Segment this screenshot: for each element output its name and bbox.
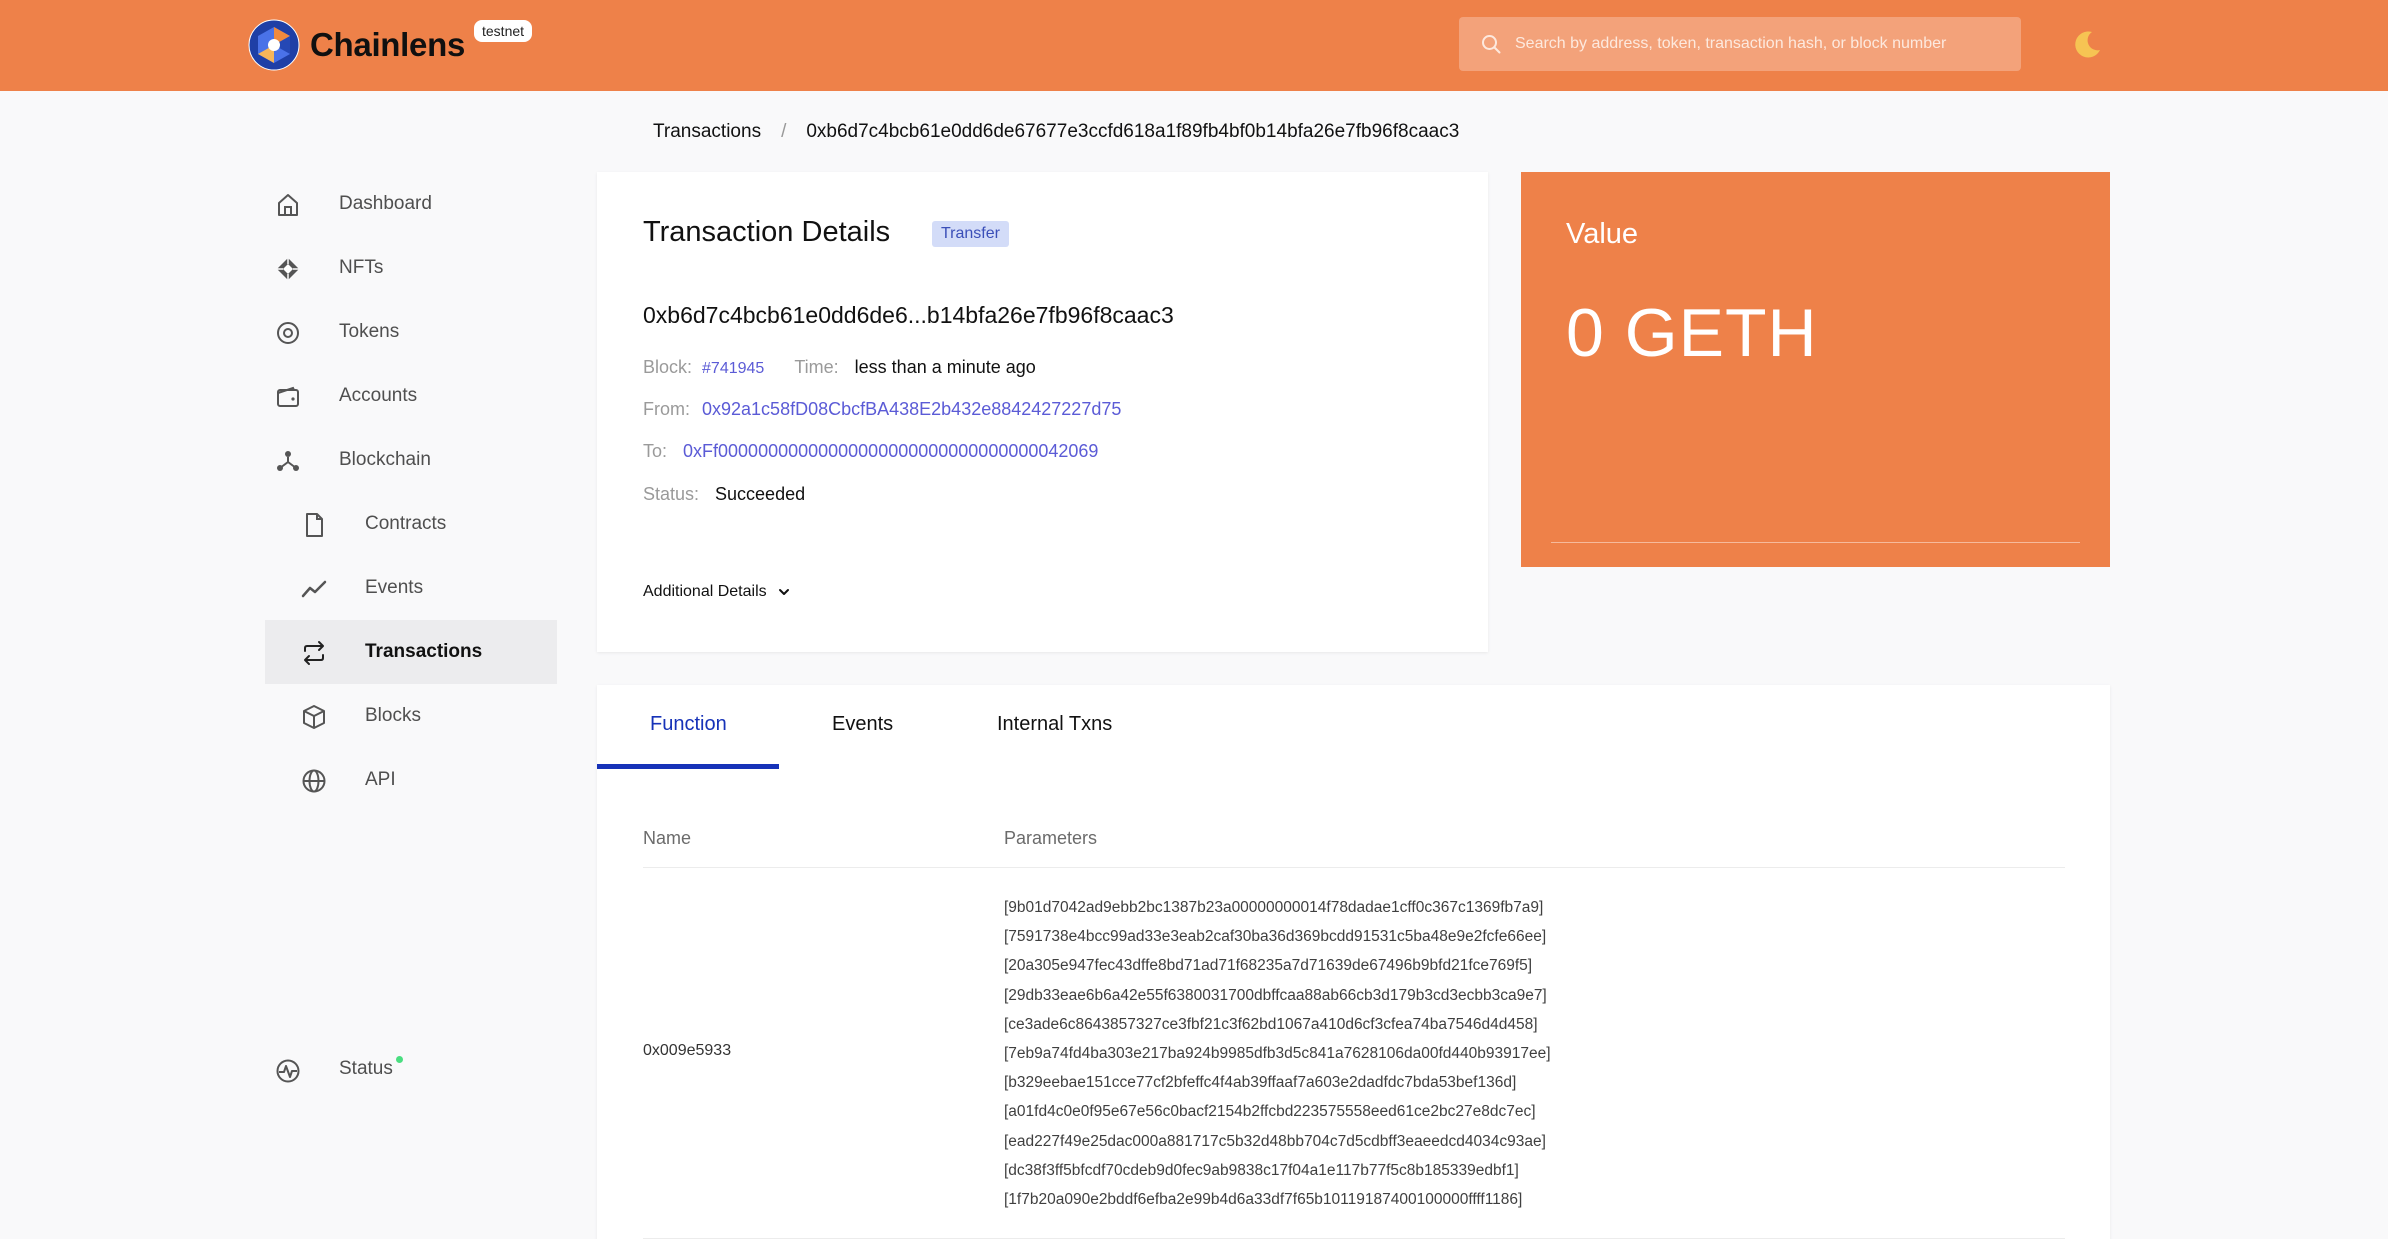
breadcrumb-current: 0xb6d7c4bcb61e0dd6de67677e3ccfd618a1f89f… [806,121,1460,142]
parameters-list: [9b01d7042ad9ebb2bc1387b23a00000000014f7… [1004,893,1551,1214]
activity-icon [276,1059,300,1083]
coin-icon [277,322,299,344]
arrows-swap-icon [304,641,324,665]
sidebar-item-label: Events [365,577,424,598]
sidebar-item-label: NFTs [339,257,384,278]
tab-events[interactable]: Events [832,713,893,736]
parameter-value: [ce3ade6c8643857327ce3fbf21c3f62bd1067a4… [1004,1015,1538,1033]
parameter-value: [9b01d7042ad9ebb2bc1387b23a00000000014f7… [1004,899,1544,916]
document-icon [306,513,323,537]
status-indicator [396,1056,403,1063]
brand-logo[interactable]: Chainlens [248,19,465,71]
sidebar-item-nfts[interactable]: NFTs [265,236,557,300]
to-label: To: [643,441,668,461]
brand-name: Chainlens [310,26,466,63]
parameter-value: [20a305e947fec43dffe8bd71ad71f68235a7d71… [1004,957,1533,975]
page-title: Transaction Details [643,216,891,248]
sidebar-item-blockchain[interactable]: Blockchain [265,428,557,492]
top-header: Chainlens testnet [0,0,2388,91]
divider [1551,542,2080,543]
parameter-value: [ead227f49e25dac000a881717c5b32d48bb704c… [1004,1132,1546,1150]
tx-hash: 0xb6d7c4bcb61e0dd6de6...b14bfa26e7fb96f8… [643,302,1174,328]
sidebar-item-label: Blockchain [339,449,431,470]
breadcrumb: Transactions / 0xb6d7c4bcb61e0dd6de67677… [653,121,1459,143]
transaction-tabs-card: Function Events Internal Txns Name Param… [597,685,2110,1239]
sidebar-nav: Dashboard NFTs Tokens Accounts Blockchai… [265,172,557,812]
sidebar-item-label: Blocks [365,705,421,726]
parameter-value: [b329eebae151cce77cf2bfeffc4f4ab39ffaaf7… [1004,1074,1517,1092]
function-name: 0x009e5933 [643,1042,732,1059]
parameter-value: [29db33eae6b6a42e55f6380031700dbffcaa88a… [1004,986,1547,1004]
cube-icon [303,705,325,729]
sidebar-item-label: Contracts [365,513,447,534]
parameter-value: [a01fd4c0e0f95e67e56c0bacf2154b2ffcbd223… [1004,1103,1536,1121]
sidebar-item-accounts[interactable]: Accounts [265,364,557,428]
from-label: From: [643,399,690,419]
sidebar-item-contracts[interactable]: Contracts [265,492,557,556]
to-row: To: 0xFf00000000000000000000000000000000… [643,441,1098,462]
status-value: Succeeded [715,484,806,504]
chainlens-logo-icon [248,19,300,71]
sidebar-item-label: Dashboard [339,193,432,214]
tx-type-badge: Transfer [932,221,1009,247]
additional-details-label: Additional Details [643,583,767,600]
search-icon [1482,35,1501,54]
time-label: Time: [794,357,839,377]
wallet-icon [277,386,299,407]
parameter-value: [7591738e4bcc99ad33e3eab2caf30ba36d369bc… [1004,928,1547,946]
value-amount: 0 GETH [1566,295,1818,371]
sidebar-item-label: Transactions [365,641,483,662]
sidebar-item-status[interactable]: Status [265,1038,557,1102]
network-icon [277,451,299,471]
parameter-value: [1f7b20a090e2bddf6efba2e99b4d6a33df7f65b… [1004,1190,1523,1208]
breadcrumb-separator: / [781,121,787,142]
sidebar-item-label: Status [339,1058,393,1079]
parameter-value: [dc38f3ff5bfcdf70cdeb9d0fec9ab9838c17f04… [1004,1161,1519,1179]
block-label: Block: [643,357,693,377]
sidebar-item-events[interactable]: Events [265,556,557,620]
active-tab-indicator [597,764,779,769]
trend-icon [301,580,327,598]
block-link[interactable]: #741945 [702,360,764,378]
sidebar-item-api[interactable]: API [265,748,557,812]
from-row: From: 0x92a1c58fD08CbcfBA438E2b432e88424… [643,399,1121,420]
parameter-value: [7eb9a74fd4ba303e217ba924b9985dfb3d5c841… [1004,1044,1551,1062]
to-address-link[interactable]: 0xFf000000000000000000000000000000000420… [683,441,1098,462]
transaction-details-card: Transaction Details Transfer 0xb6d7c4bcb… [597,172,1488,652]
moon-icon[interactable] [2070,28,2104,62]
chevron-down-icon [778,589,789,595]
time-value: less than a minute ago [854,357,1036,377]
sidebar-item-label: Accounts [339,385,418,406]
sidebar-item-dashboard[interactable]: Dashboard [265,172,557,236]
value-card: Value 0 GETH [1521,172,2110,567]
sidebar-item-tokens[interactable]: Tokens [265,300,557,364]
sidebar-item-label: API [365,769,396,790]
column-header-name: Name [643,828,692,848]
search-bar[interactable] [1459,17,2021,71]
home-icon [278,194,298,216]
status-row: Status: Succeeded [643,484,805,505]
diamond-icon [277,258,299,280]
divider [643,867,2065,868]
search-input[interactable] [1515,35,1995,53]
value-label: Value [1566,218,1639,250]
block-row: Block: #741945 Time: less than a minute … [643,357,1036,378]
breadcrumb-transactions-link[interactable]: Transactions [653,121,761,143]
tab-internal-txns[interactable]: Internal Txns [997,713,1112,736]
status-label: Status: [643,484,700,504]
sidebar-item-transactions[interactable]: Transactions [265,620,557,684]
column-header-parameters: Parameters [1004,828,1098,848]
from-address-link[interactable]: 0x92a1c58fD08CbcfBA438E2b432e8842427227d… [702,399,1121,420]
sidebar-item-blocks[interactable]: Blocks [265,684,557,748]
additional-details-toggle[interactable]: Additional Details [643,583,791,601]
tab-function[interactable]: Function [650,713,727,736]
network-badge: testnet [474,20,533,42]
globe-icon [302,769,326,793]
sidebar-item-label: Tokens [339,321,400,342]
